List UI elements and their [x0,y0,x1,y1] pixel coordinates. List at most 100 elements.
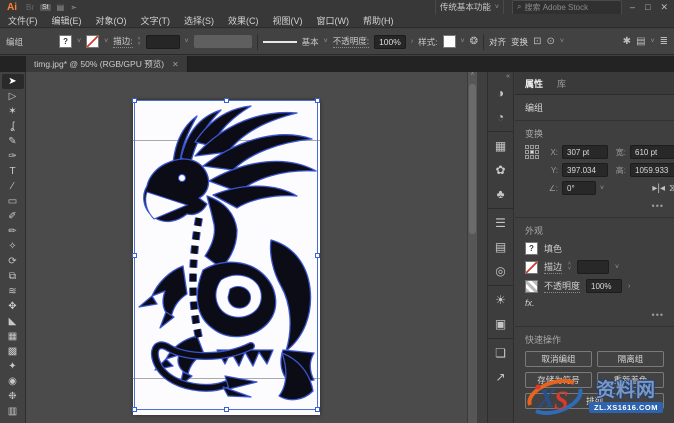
menu-file[interactable]: 文件(F) [8,14,38,27]
flip-vertical-icon[interactable]: ⧖ [669,183,674,194]
chevron-down-icon[interactable]: ˅ [77,38,81,45]
menu-effect[interactable]: 效果(C) [228,14,259,27]
selection-handle-sw[interactable] [132,407,137,412]
menu-object[interactable]: 对象(O) [96,14,127,27]
transparency-panel-button[interactable]: ◎ [488,259,513,283]
lasso-tool[interactable]: ʆ [2,119,24,134]
swatches-panel-button[interactable]: ▦ [488,134,513,158]
artboards-panel-button[interactable]: ↗ [488,365,513,389]
blend-tool[interactable]: ◉ [2,374,24,389]
select-similar-icon[interactable]: ⊙ [546,36,554,47]
chevron-down-icon[interactable]: ˅ [615,264,619,271]
line-segment-tool[interactable]: ∕ [2,179,24,194]
maximize-button[interactable]: □ [645,2,650,13]
bridge-icon[interactable]: Br [26,3,34,12]
arrange-documents-icon[interactable]: ▤ [636,36,645,47]
selection-handle-e[interactable] [315,253,320,258]
control-bar-menu-icon[interactable]: ≣ [660,36,668,47]
stock-icon[interactable]: St [40,4,51,11]
transform-button[interactable]: 变换 [511,36,528,48]
appearance-panel-button[interactable]: ☀ [488,288,513,312]
perspective-grid-tool[interactable]: ◣ [2,314,24,329]
workspace-switcher[interactable]: 传统基本功能 ˅ [435,0,504,15]
opacity-label[interactable]: 不透明度: [333,35,369,48]
selection-handle-w[interactable] [132,253,137,258]
align-button[interactable]: 对齐 [489,36,506,48]
tab-properties[interactable]: 属性 [525,77,543,90]
height-field[interactable]: 1059.933 [630,163,674,177]
column-graph-tool[interactable]: ▥ [2,404,24,419]
selection-bounding-box[interactable] [134,100,318,410]
menu-view[interactable]: 视图(V) [273,14,303,27]
opacity-arrow-icon[interactable]: › [411,38,413,45]
style-swatch[interactable] [443,35,456,48]
chevron-down-icon[interactable]: ˅ [461,38,465,45]
close-button[interactable]: ✕ [660,2,668,13]
pencil-tool[interactable]: ✏ [2,224,24,239]
stroke-weight-stepper[interactable]: ˄ ˅ [568,262,571,272]
menu-select[interactable]: 选择(S) [184,14,214,27]
layout-icon[interactable]: ▤ [57,3,65,12]
chevron-down-icon[interactable]: ˅ [560,38,564,45]
more-options-icon[interactable]: ••• [525,201,664,211]
width-tool[interactable]: ≋ [2,284,24,299]
stroke-weight-label[interactable]: 描边: [113,35,132,48]
symbol-sprayer-tool[interactable]: ❉ [2,389,24,404]
opacity-label[interactable]: 不透明度 [544,279,580,293]
layers-panel-button[interactable]: ❏ [488,341,513,365]
recolor-artwork-icon[interactable]: ❂ [470,36,478,47]
eyedropper-tool[interactable]: ✦ [2,359,24,374]
opacity-arrow-icon[interactable]: › [628,283,630,290]
selection-handle-n[interactable] [224,98,229,103]
width-field[interactable]: 610 pt [630,145,674,159]
chevron-down-icon[interactable]: ˅ [104,38,108,45]
free-transform-tool[interactable]: ✥ [2,299,24,314]
y-field[interactable]: 397.034 [562,163,608,177]
stroke-style-label[interactable]: 基本 [302,36,319,48]
opacity-field[interactable]: 100% [586,279,622,293]
stepper-down-icon[interactable]: ˅ [138,42,141,47]
flip-horizontal-icon[interactable]: ▸|◂ [652,183,665,194]
stroke-weight-field[interactable] [146,35,180,49]
selection-handle-s[interactable] [224,407,229,412]
chevron-down-icon[interactable]: ˅ [324,38,328,45]
brushes-panel-button[interactable]: ✿ [488,158,513,182]
opacity-field[interactable]: 100% [374,35,406,49]
artboard[interactable] [133,100,320,415]
fill-swatch[interactable]: ? [525,242,538,255]
stroke-swatch[interactable] [86,35,99,48]
direct-selection-tool[interactable]: ▷ [2,89,24,104]
menu-type[interactable]: 文字(T) [141,14,171,27]
rotate-tool[interactable]: ⟳ [2,254,24,269]
tab-libraries[interactable]: 库 [557,77,566,90]
isolate-group-button[interactable]: 隔离组 [597,351,664,367]
stroke-swatch[interactable] [525,261,538,274]
ungroup-button[interactable]: 取消编组 [525,351,592,367]
selection-handle-nw[interactable] [132,98,137,103]
isolate-selected-icon[interactable]: ⊡ [533,36,541,47]
document-tab[interactable]: timg.jpg* @ 50% (RGB/GPU 预览) ✕ [26,56,188,72]
stroke-weight-field[interactable] [577,260,609,274]
selection-handle-se[interactable] [315,407,320,412]
color-guide-panel-button[interactable]: ◔ [488,105,513,129]
chevron-down-icon[interactable]: ˅ [185,38,189,45]
more-options-icon[interactable]: ••• [525,310,664,320]
x-field[interactable]: 307 pt [562,145,608,159]
rotate-field[interactable]: 0° [562,181,596,195]
menu-window[interactable]: 窗口(W) [317,14,350,27]
collapse-dock-icon[interactable]: « [506,73,510,80]
rectangle-tool[interactable]: ▭ [2,194,24,209]
scrollbar-thumb[interactable] [469,84,476,234]
curvature-tool[interactable]: ✑ [2,149,24,164]
share-icon[interactable]: ➣ [70,3,77,12]
chevron-down-icon[interactable]: ˅ [600,185,604,192]
magic-wand-tool[interactable]: ✶ [2,104,24,119]
stock-search-input[interactable]: ⌕ 搜索 Adobe Stock [512,0,622,15]
close-tab-icon[interactable]: ✕ [172,60,179,69]
shaper-tool[interactable]: ✧ [2,239,24,254]
vertical-scrollbar[interactable]: ˄ [467,72,477,423]
fx-button[interactable]: fx. [525,298,535,308]
chevron-down-icon[interactable]: ˅ [651,38,655,45]
selection-tool[interactable]: ➤ [2,74,24,89]
gradient-tool[interactable]: ▩ [2,344,24,359]
